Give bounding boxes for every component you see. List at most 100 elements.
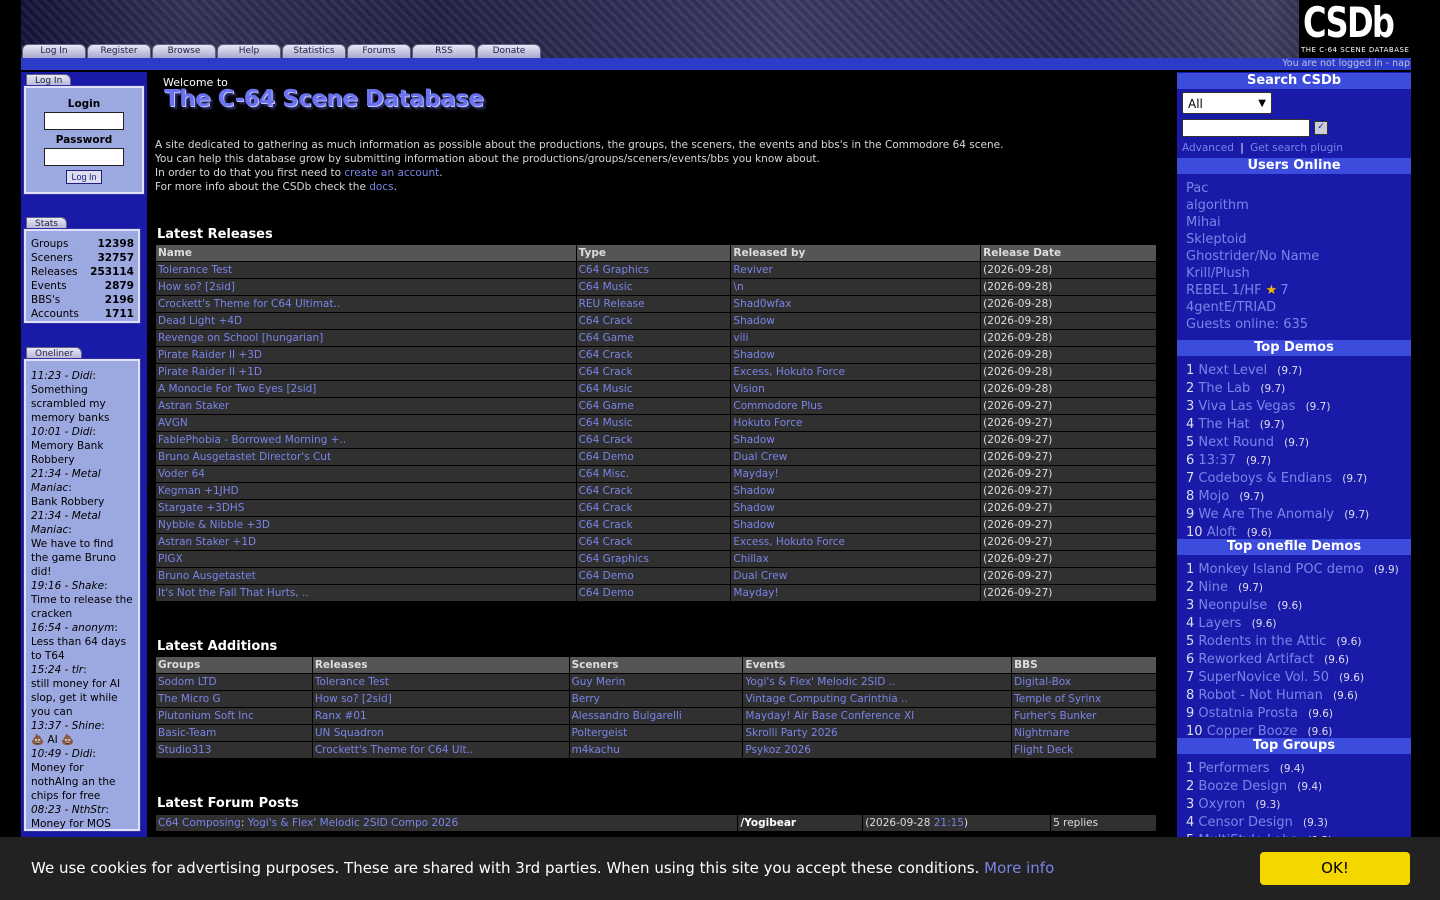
release-by-link[interactable]: Shad0wfax [733, 298, 791, 310]
top-demo-item-link[interactable]: 13:37 [1198, 453, 1235, 468]
release-by-link[interactable]: Shadow [733, 519, 774, 531]
release-type-link[interactable]: C64 Demo [579, 587, 634, 599]
release-type-link[interactable]: C64 Crack [579, 536, 633, 548]
release-by-link[interactable]: Excess, Hokuto Force [733, 366, 845, 378]
top-demo-item-link[interactable]: Aloft [1207, 525, 1237, 540]
addition-event-link[interactable]: Skrolli Party 2026 [745, 727, 837, 739]
docs-link[interactable]: docs [369, 181, 393, 193]
top-group-item-link[interactable]: Censor Design [1198, 815, 1292, 830]
release-by-link[interactable]: Shadow [733, 434, 774, 446]
more-info-link[interactable]: More info [984, 859, 1054, 877]
search-category-select[interactable]: All ▼ [1182, 92, 1272, 114]
oneliner-user[interactable]: NthStr [72, 804, 106, 816]
online-user-link[interactable]: Krill/Plush [1186, 266, 1250, 281]
login-input[interactable] [44, 112, 124, 130]
release-type-link[interactable]: C64 Crack [579, 502, 633, 514]
release-name-link[interactable]: Crockett's Theme for C64 Ultimat.. [158, 298, 340, 310]
oneliner-user[interactable]: Didi [72, 370, 93, 382]
addition-scener-link[interactable]: Berry [572, 693, 600, 705]
nav-tab-browse[interactable]: Browse [152, 44, 216, 58]
advanced-search-link[interactable]: Advanced [1182, 142, 1234, 154]
top-group-item-link[interactable]: Performers [1198, 761, 1269, 776]
addition-event-link[interactable]: Mayday! Air Base Conference XI [745, 710, 914, 722]
forum-name-link[interactable]: C64 Composing [158, 817, 241, 829]
addition-release-link[interactable]: Tolerance Test [315, 676, 389, 688]
release-by-link[interactable]: Excess, Hokuto Force [733, 536, 845, 548]
top-demo-item-link[interactable]: Viva Las Vegas [1198, 399, 1295, 414]
release-name-link[interactable]: A Monocle For Two Eyes [2sid] [158, 383, 316, 395]
release-name-link[interactable]: Voder 64 [158, 468, 205, 480]
forum-user[interactable]: /Yogibear [740, 817, 796, 829]
release-type-link[interactable]: C64 Crack [579, 434, 633, 446]
top-onefile-item-link[interactable]: Monkey Island POC demo [1198, 562, 1363, 577]
release-type-link[interactable]: C64 Music [579, 281, 633, 293]
release-type-link[interactable]: C64 Crack [579, 366, 633, 378]
top-onefile-item-link[interactable]: Nine [1198, 580, 1228, 595]
release-type-link[interactable]: C64 Misc. [579, 468, 630, 480]
online-user-link[interactable]: Pac [1186, 181, 1208, 196]
top-demo-item-link[interactable]: Next Level [1198, 363, 1267, 378]
oneliner-user[interactable]: tlr [72, 664, 83, 676]
top-onefile-item-link[interactable]: Neonpulse [1198, 598, 1267, 613]
release-name-link[interactable]: Stargate +3DHS [158, 502, 245, 514]
release-type-link[interactable]: C64 Game [579, 332, 634, 344]
release-name-link[interactable]: AVGN [158, 417, 188, 429]
release-by-link[interactable]: Shadow [733, 315, 774, 327]
release-by-link[interactable]: Mayday! [733, 468, 778, 480]
addition-group-link[interactable]: Basic-Team [158, 727, 216, 739]
release-name-link[interactable]: Tolerance Test [158, 264, 232, 276]
addition-scener-link[interactable]: Alessandro Bulgarelli [572, 710, 682, 722]
online-user-link[interactable]: 4gentE/TRIAD [1186, 300, 1276, 315]
release-type-link[interactable]: C64 Graphics [579, 553, 649, 565]
online-user-link[interactable]: Mihai [1186, 215, 1221, 230]
release-by-link[interactable]: Shadow [733, 502, 774, 514]
oneliner-user[interactable]: Shake [72, 580, 104, 592]
addition-release-link[interactable]: How so? [2sid] [315, 693, 392, 705]
oneliner-user[interactable]: Shine [72, 720, 101, 732]
release-name-link[interactable]: Dead Light +4D [158, 315, 242, 327]
release-name-link[interactable]: Revenge on School [hungarian] [158, 332, 323, 344]
top-onefile-item-link[interactable]: Layers [1198, 616, 1241, 631]
addition-release-link[interactable]: Crockett's Theme for C64 Ult.. [315, 744, 473, 756]
release-type-link[interactable]: C64 Demo [579, 451, 634, 463]
addition-bbs-link[interactable]: Digital-Box [1014, 676, 1071, 688]
addition-scener-link[interactable]: Guy Merin [572, 676, 626, 688]
csdb-logo[interactable]: CSDb THE C-64 SCENE DATABASE [1299, 0, 1411, 58]
release-type-link[interactable]: C64 Game [579, 400, 634, 412]
release-by-link[interactable]: Chillax [733, 553, 768, 565]
top-demo-item-link[interactable]: The Lab [1198, 381, 1250, 396]
online-user-link[interactable]: algorithm [1186, 198, 1249, 213]
nav-tab-donate[interactable]: Donate [477, 44, 541, 58]
release-name-link[interactable]: Bruno Ausgetastet [158, 570, 256, 582]
release-name-link[interactable]: Astran Staker +1D [158, 536, 256, 548]
top-group-item-link[interactable]: Booze Design [1198, 779, 1287, 794]
top-demo-item-link[interactable]: The Hat [1198, 417, 1249, 432]
nav-tab-login[interactable]: Log In [22, 44, 86, 58]
release-name-link[interactable]: Pirate Raider II +1D [158, 366, 262, 378]
release-name-link[interactable]: PIGX [158, 553, 183, 565]
addition-event-link[interactable]: Psykoz 2026 [745, 744, 811, 756]
release-by-link[interactable]: Dual Crew [733, 570, 787, 582]
release-name-link[interactable]: Nybble & Nibble +3D [158, 519, 270, 531]
release-name-link[interactable]: Pirate Raider II +3D [158, 349, 262, 361]
addition-release-link[interactable]: Ranx #01 [315, 710, 367, 722]
addition-event-link[interactable]: Yogi's & Flex' Melodic 2SID .. [745, 676, 895, 688]
addition-bbs-link[interactable]: Temple of Syrinx [1014, 693, 1101, 705]
top-onefile-item-link[interactable]: Ostatnia Prosta [1198, 706, 1298, 721]
top-demo-item-link[interactable]: Next Round [1198, 435, 1274, 450]
addition-scener-link[interactable]: m4kachu [572, 744, 620, 756]
top-demo-item-link[interactable]: Mojo [1198, 489, 1229, 504]
search-plugin-link[interactable]: Get search plugin [1250, 142, 1343, 154]
release-type-link[interactable]: C64 Graphics [579, 264, 649, 276]
online-user-link[interactable]: Ghostrider/No Name [1186, 249, 1319, 264]
release-by-link[interactable]: vili [733, 332, 748, 344]
top-onefile-item-link[interactable]: SuperNovice Vol. 50 [1198, 670, 1329, 685]
addition-bbs-link[interactable]: Furher's Bunker [1014, 710, 1096, 722]
top-onefile-item-link[interactable]: Copper Booze [1207, 724, 1298, 739]
login-button[interactable]: Log In [66, 170, 102, 184]
release-name-link[interactable]: Bruno Ausgetastet Director's Cut [158, 451, 331, 463]
addition-scener-link[interactable]: Poltergeist [572, 727, 628, 739]
addition-release-link[interactable]: UN Squadron [315, 727, 384, 739]
release-by-link[interactable]: Hokuto Force [733, 417, 802, 429]
password-input[interactable] [44, 148, 124, 166]
